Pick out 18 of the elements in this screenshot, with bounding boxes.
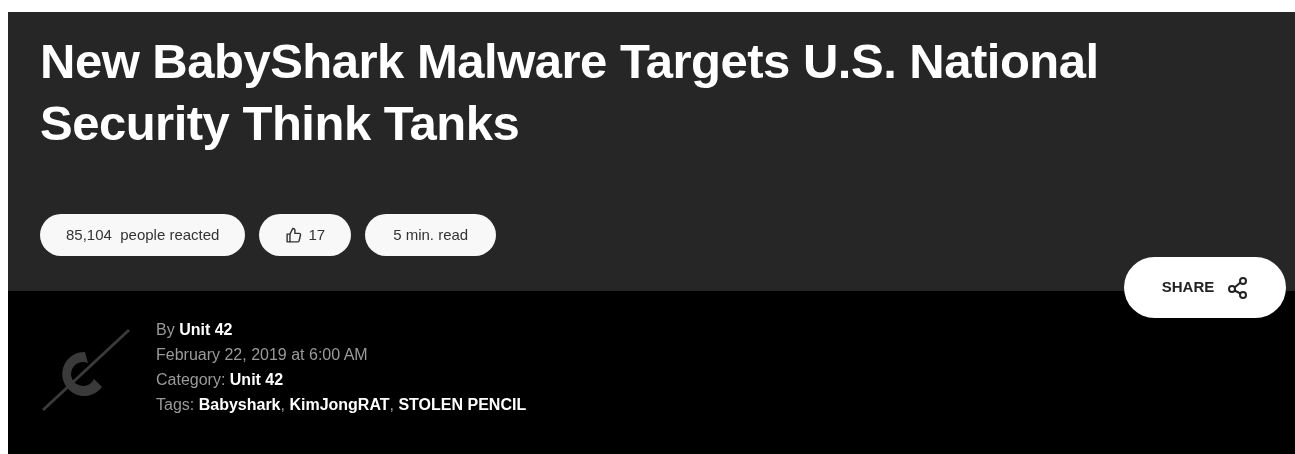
author-link[interactable]: Unit 42 bbox=[179, 321, 233, 338]
tags-label: Tags: bbox=[156, 396, 196, 413]
category-label: Category: bbox=[156, 371, 227, 388]
share-icon bbox=[1228, 276, 1249, 299]
tag-separator: , bbox=[389, 396, 395, 413]
thumbs-up-icon bbox=[285, 226, 303, 244]
publish-date: February 22, 2019 at 6:00 AM bbox=[156, 346, 368, 363]
share-button[interactable]: SHARE bbox=[1124, 257, 1286, 318]
tag-link[interactable]: KimJongRAT bbox=[289, 396, 390, 413]
like-button[interactable]: 17 bbox=[259, 214, 352, 256]
read-time-pill: 5 min. read bbox=[365, 214, 497, 256]
category-link[interactable]: Unit 42 bbox=[229, 371, 284, 388]
article-title: New BabyShark Malware Targets U.S. National Security Think Tanks bbox=[40, 33, 1100, 152]
tag-link[interactable]: Babyshark bbox=[198, 396, 281, 413]
tag-link[interactable]: STOLEN PENCIL bbox=[398, 396, 527, 413]
tag-separator: , bbox=[280, 396, 286, 413]
byline-label: By bbox=[156, 321, 176, 338]
reactions-pill: 85,104 people reacted bbox=[40, 214, 246, 256]
